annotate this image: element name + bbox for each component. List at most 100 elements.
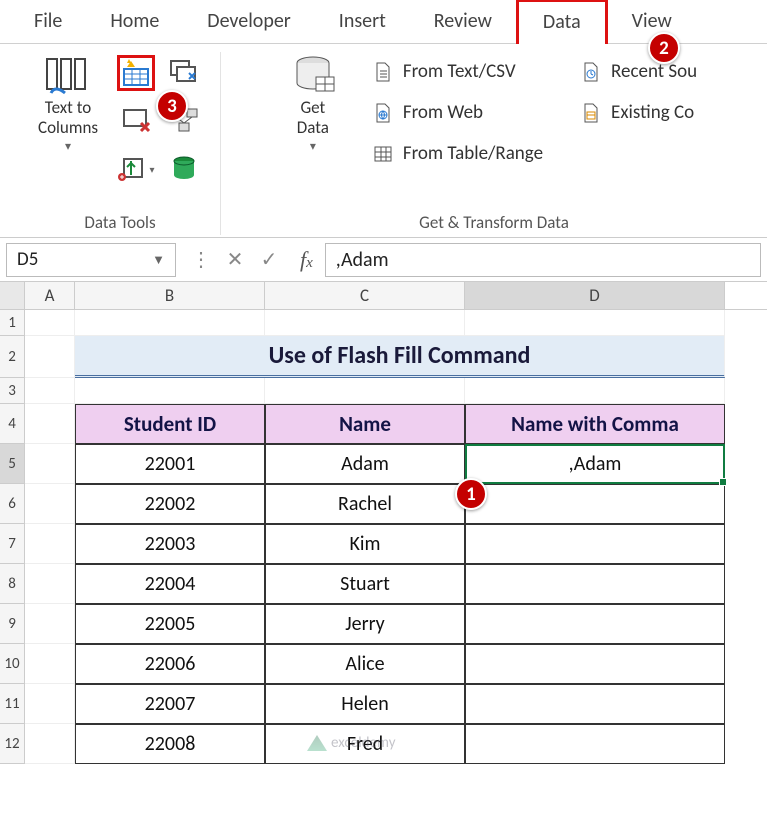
tab-data[interactable]: Data bbox=[516, 0, 608, 44]
from-web-label: From Web bbox=[403, 101, 483, 124]
row-header[interactable]: 11 bbox=[0, 684, 25, 724]
cell[interactable] bbox=[465, 378, 725, 404]
table-cell[interactable]: 22001 bbox=[75, 444, 265, 484]
table-cell[interactable] bbox=[465, 564, 725, 604]
cell[interactable] bbox=[265, 310, 465, 336]
cell[interactable] bbox=[25, 724, 75, 764]
enter-formula-button[interactable]: ✓ bbox=[256, 247, 282, 272]
callout-badge-3: 3 bbox=[156, 90, 188, 122]
table-cell[interactable] bbox=[465, 604, 725, 644]
row-header[interactable]: 1 bbox=[0, 310, 25, 336]
table-cell[interactable] bbox=[465, 524, 725, 564]
cell[interactable] bbox=[25, 644, 75, 684]
table-icon bbox=[371, 143, 395, 165]
get-data-button[interactable]: Get Data ▾ bbox=[285, 52, 341, 156]
col-header-b[interactable]: B bbox=[75, 282, 265, 309]
table-cell[interactable]: 22007 bbox=[75, 684, 265, 724]
table-cell[interactable]: 22003 bbox=[75, 524, 265, 564]
cell[interactable] bbox=[25, 444, 75, 484]
existing-label: Existing Co bbox=[611, 101, 694, 124]
cell[interactable] bbox=[25, 684, 75, 724]
table-cell[interactable] bbox=[465, 684, 725, 724]
header-name[interactable]: Name bbox=[265, 404, 465, 444]
namebox-dropdown[interactable]: ⋮ bbox=[188, 247, 214, 272]
table-cell[interactable]: 22004 bbox=[75, 564, 265, 604]
tab-insert[interactable]: Insert bbox=[315, 1, 410, 43]
table-cell[interactable]: Jerry bbox=[265, 604, 465, 644]
row-header[interactable]: 7 bbox=[0, 524, 25, 564]
cell[interactable] bbox=[75, 310, 265, 336]
col-header-a[interactable]: A bbox=[25, 282, 75, 309]
table-cell[interactable] bbox=[465, 724, 725, 764]
ribbon-group-get-transform: Get Data ▾ From Text/CSV From Web From T… bbox=[221, 52, 767, 235]
table-cell[interactable]: 22005 bbox=[75, 604, 265, 644]
cell[interactable] bbox=[25, 336, 75, 378]
tab-file[interactable]: File bbox=[10, 1, 86, 43]
table-cell[interactable] bbox=[465, 484, 725, 524]
col-header-c[interactable]: C bbox=[265, 282, 465, 309]
row-header[interactable]: 12 bbox=[0, 724, 25, 764]
select-all-corner[interactable] bbox=[0, 282, 25, 309]
table-cell[interactable]: 22008 bbox=[75, 724, 265, 764]
spreadsheet-grid: 1 2 3 4 5 6 7 8 9 10 11 12 Use of Flash … bbox=[0, 310, 767, 764]
header-student-id[interactable]: Student ID bbox=[75, 404, 265, 444]
table-cell[interactable]: 22006 bbox=[75, 644, 265, 684]
tab-home[interactable]: Home bbox=[86, 1, 183, 43]
table-cell[interactable]: Rachel bbox=[265, 484, 465, 524]
cell[interactable] bbox=[25, 564, 75, 604]
row-header[interactable]: 5 bbox=[0, 444, 25, 484]
title-cell[interactable]: Use of Flash Fill Command bbox=[75, 336, 725, 378]
row-header[interactable]: 6 bbox=[0, 484, 25, 524]
cell[interactable] bbox=[25, 378, 75, 404]
consolidate-button[interactable]: ▾ bbox=[117, 151, 155, 187]
text-to-columns-button[interactable]: Text to Columns ▾ bbox=[34, 52, 102, 156]
cell[interactable] bbox=[75, 378, 265, 404]
manage-data-model-button[interactable] bbox=[165, 151, 203, 187]
row-header[interactable]: 9 bbox=[0, 604, 25, 644]
table-cell[interactable]: Stuart bbox=[265, 564, 465, 604]
from-table-range-button[interactable]: From Table/Range bbox=[365, 138, 549, 169]
tab-review[interactable]: Review bbox=[410, 1, 516, 43]
recent-icon bbox=[579, 61, 603, 83]
table-cell[interactable]: Kim bbox=[265, 524, 465, 564]
recent-label: Recent Sou bbox=[611, 60, 697, 83]
cell[interactable] bbox=[25, 310, 75, 336]
cell[interactable] bbox=[265, 378, 465, 404]
row-header[interactable]: 3 bbox=[0, 378, 25, 404]
row-header[interactable]: 10 bbox=[0, 644, 25, 684]
data-validation-button[interactable] bbox=[117, 103, 155, 139]
column-headers: A B C D bbox=[0, 282, 767, 310]
watermark-text: exceldemy bbox=[331, 734, 395, 752]
tab-developer[interactable]: Developer bbox=[183, 1, 315, 43]
table-cell[interactable] bbox=[465, 644, 725, 684]
row-header[interactable]: 8 bbox=[0, 564, 25, 604]
ribbon-group-data-tools: Text to Columns ▾ bbox=[20, 52, 221, 235]
cell[interactable] bbox=[465, 310, 725, 336]
recent-sources-button[interactable]: Recent Sou bbox=[573, 56, 703, 87]
table-cell[interactable]: Adam bbox=[265, 444, 465, 484]
header-name-comma[interactable]: Name with Comma bbox=[465, 404, 725, 444]
row-header[interactable]: 2 bbox=[0, 336, 25, 378]
flash-fill-button[interactable] bbox=[117, 55, 155, 91]
text-to-columns-label: Text to Columns bbox=[38, 98, 98, 137]
from-text-csv-button[interactable]: From Text/CSV bbox=[365, 56, 549, 87]
table-cell[interactable]: Helen bbox=[265, 684, 465, 724]
callout-badge-1: 1 bbox=[455, 478, 487, 510]
existing-conn-icon bbox=[579, 102, 603, 124]
formula-input[interactable]: ,Adam bbox=[325, 243, 761, 277]
cell[interactable] bbox=[25, 604, 75, 644]
name-box[interactable]: D5 ▼ bbox=[6, 243, 176, 277]
col-header-d[interactable]: D bbox=[465, 282, 725, 309]
existing-connections-button[interactable]: Existing Co bbox=[573, 97, 703, 128]
remove-duplicates-button[interactable] bbox=[165, 55, 203, 91]
row-header[interactable]: 4 bbox=[0, 404, 25, 444]
table-cell[interactable]: Alice bbox=[265, 644, 465, 684]
cell[interactable] bbox=[25, 524, 75, 564]
cancel-formula-button[interactable]: ✕ bbox=[222, 247, 248, 272]
from-web-button[interactable]: From Web bbox=[365, 97, 549, 128]
cell[interactable] bbox=[25, 404, 75, 444]
active-cell[interactable]: ,Adam bbox=[465, 444, 725, 484]
table-cell[interactable]: 22002 bbox=[75, 484, 265, 524]
cell[interactable] bbox=[25, 484, 75, 524]
fx-icon[interactable]: fx bbox=[294, 247, 319, 273]
